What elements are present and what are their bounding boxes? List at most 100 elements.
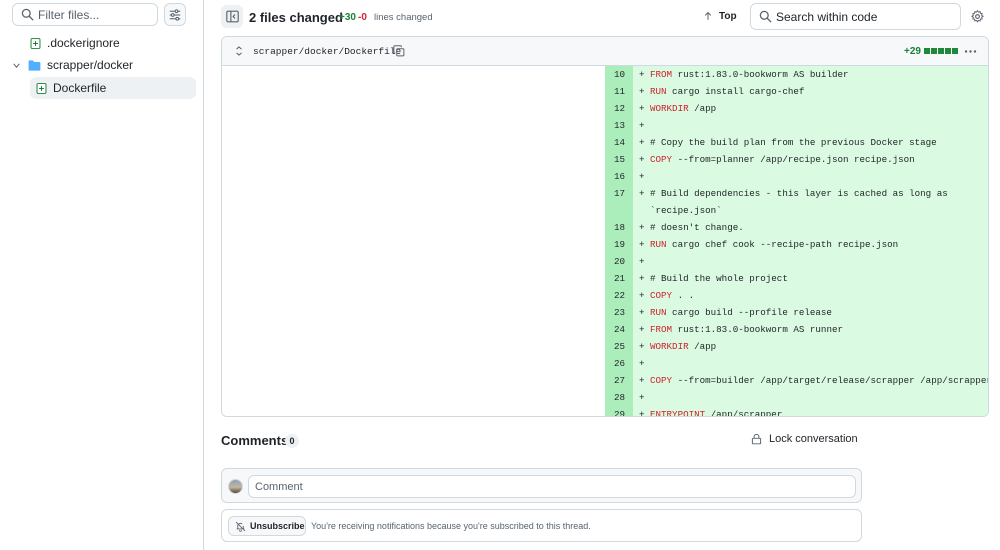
code-keyword: COPY	[650, 290, 673, 301]
tree-item-dockerignore[interactable]: .dockerignore	[30, 33, 120, 53]
diff-line: 13 +	[605, 117, 988, 134]
diff-line: 14 + # Copy the build plan from the previo…	[605, 134, 988, 151]
notifications-box: Unsubscribe You're receiving notificatio…	[221, 509, 862, 542]
line-number[interactable]: 27	[605, 375, 625, 386]
comment-input[interactable]	[255, 480, 845, 494]
code-text: ENTRYPOINT /app/scrapper	[650, 409, 782, 416]
folder-icon	[28, 59, 41, 71]
added-marker: +	[639, 256, 645, 267]
line-number[interactable]: 25	[605, 341, 625, 352]
line-number[interactable]: 20	[605, 256, 625, 267]
comment-field	[248, 475, 856, 498]
line-number[interactable]: 21	[605, 273, 625, 284]
unsubscribe-label: Unsubscribe	[250, 521, 305, 531]
diff-line: 17 + # Build dependencies - this layer is …	[605, 185, 988, 202]
diff-line: 19 + RUN cargo chef cook --recipe-path rec…	[605, 236, 988, 253]
line-number[interactable]: 16	[605, 171, 625, 182]
tree-item-dockerfile[interactable]: Dockerfile	[30, 77, 196, 99]
code-rest: # Build dependencies - this layer is cac…	[650, 188, 948, 199]
diff-line: 27 + COPY --from=builder /app/target/relea…	[605, 372, 989, 389]
diff-line: 23 + RUN cargo build --profile release	[605, 304, 988, 321]
added-marker: +	[639, 188, 645, 199]
diff-line: 28 +	[605, 389, 988, 406]
comments-count-badge: 0	[285, 434, 299, 448]
code-keyword: RUN	[650, 307, 667, 318]
scroll-top-button[interactable]: Top	[703, 7, 737, 25]
added-marker: +	[639, 154, 645, 165]
code-rest: cargo chef cook --recipe-path recipe.jso…	[666, 239, 899, 250]
line-number[interactable]: 24	[605, 324, 625, 335]
diffstat-bar	[924, 48, 958, 54]
tree-item-label: scrapper/docker	[47, 58, 134, 72]
code-rest: cargo install cargo-chef	[666, 86, 805, 97]
line-number[interactable]: 23	[605, 307, 625, 318]
filter-options-button[interactable]	[164, 3, 186, 26]
line-number[interactable]: 12	[605, 103, 625, 114]
code-text: FROM rust:1.83.0-bookworm AS builder	[650, 69, 849, 80]
search-within-code-box	[750, 3, 961, 30]
code-rest: # Build the whole project	[650, 273, 788, 284]
code-rest: --from=builder /app/target/release/scrap…	[672, 375, 989, 386]
code-rest: rust:1.83.0-bookworm AS builder	[672, 69, 849, 80]
kebab-menu-icon[interactable]	[964, 45, 977, 58]
diff-line: 25 + WORKDIR /app	[605, 338, 988, 355]
pr-files-page: .dockerignore scrapper/docker Dockerfile	[0, 0, 1000, 550]
file-tree-sidebar: .dockerignore scrapper/docker Dockerfile	[0, 0, 204, 550]
additions-count: +30	[339, 12, 356, 23]
toggle-file-tree-button[interactable]	[221, 5, 243, 28]
comments-heading: Comments	[221, 433, 289, 448]
added-marker: +	[639, 341, 645, 352]
line-number[interactable]: 28	[605, 392, 625, 403]
copy-icon[interactable]	[393, 45, 405, 57]
line-number[interactable]: 17	[605, 188, 625, 199]
code-text: RUN cargo install cargo-chef	[650, 86, 804, 97]
code-rest: /app	[688, 103, 717, 114]
added-marker: +	[639, 273, 645, 284]
code-text: RUN cargo chef cook --recipe-path recipe…	[650, 239, 898, 250]
code-text: COPY --from=planner /app/recipe.json rec…	[650, 154, 915, 165]
line-number[interactable]: 10	[605, 69, 625, 80]
code-rest: cargo build --profile release	[666, 307, 832, 318]
file-additions-count: +29	[904, 46, 921, 57]
unsubscribe-button[interactable]: Unsubscribe	[228, 516, 306, 536]
line-number[interactable]: 29	[605, 409, 625, 416]
code-text: WORKDIR /app	[650, 341, 716, 352]
line-number[interactable]: 11	[605, 86, 625, 97]
file-added-icon	[36, 82, 47, 94]
line-number[interactable]: 15	[605, 154, 625, 165]
code-keyword: WORKDIR	[650, 341, 689, 352]
arrow-up-icon	[704, 11, 712, 20]
code-text: COPY . .	[650, 290, 694, 301]
added-marker: +	[639, 171, 645, 182]
file-path-link[interactable]: scrapper/docker/Dockerfile	[253, 46, 401, 57]
line-number[interactable]: 26	[605, 358, 625, 369]
line-number[interactable]: 19	[605, 239, 625, 250]
diff-line: 18 + # doesn't change.	[605, 219, 988, 236]
new-comment-box	[221, 468, 862, 503]
diffstat-block	[938, 48, 944, 54]
lock-conversation-button[interactable]: Lock conversation	[751, 433, 858, 445]
code-text: `recipe.json`	[650, 205, 722, 216]
code-keyword: COPY	[650, 375, 673, 386]
sliders-icon	[169, 8, 181, 21]
gear-icon[interactable]	[971, 10, 984, 23]
code-text: COPY --from=builder /app/target/release/…	[650, 375, 989, 386]
added-marker: +	[639, 375, 645, 386]
code-rest: . .	[672, 290, 695, 301]
code-rest: # doesn't change.	[650, 222, 744, 233]
line-number[interactable]: 13	[605, 120, 625, 131]
notification-reason-text: You're receiving notifications because y…	[311, 521, 591, 531]
search-within-code-input[interactable]	[776, 9, 956, 25]
added-marker: +	[639, 392, 645, 403]
diff-line: 15 + COPY --from=planner /app/recipe.json …	[605, 151, 988, 168]
line-number[interactable]: 18	[605, 222, 625, 233]
files-changed-count: 2 files changed	[249, 10, 343, 25]
tree-item-label: Dockerfile	[53, 81, 107, 95]
filter-files-input[interactable]	[38, 6, 153, 23]
tree-item-scrapper-docker-folder[interactable]: scrapper/docker	[12, 55, 133, 75]
code-text: # Build dependencies - this layer is cac…	[650, 188, 948, 199]
line-number[interactable]: 14	[605, 137, 625, 148]
line-number[interactable]: 22	[605, 290, 625, 301]
unfold-icon[interactable]	[234, 46, 244, 56]
diffstat-block	[924, 48, 930, 54]
